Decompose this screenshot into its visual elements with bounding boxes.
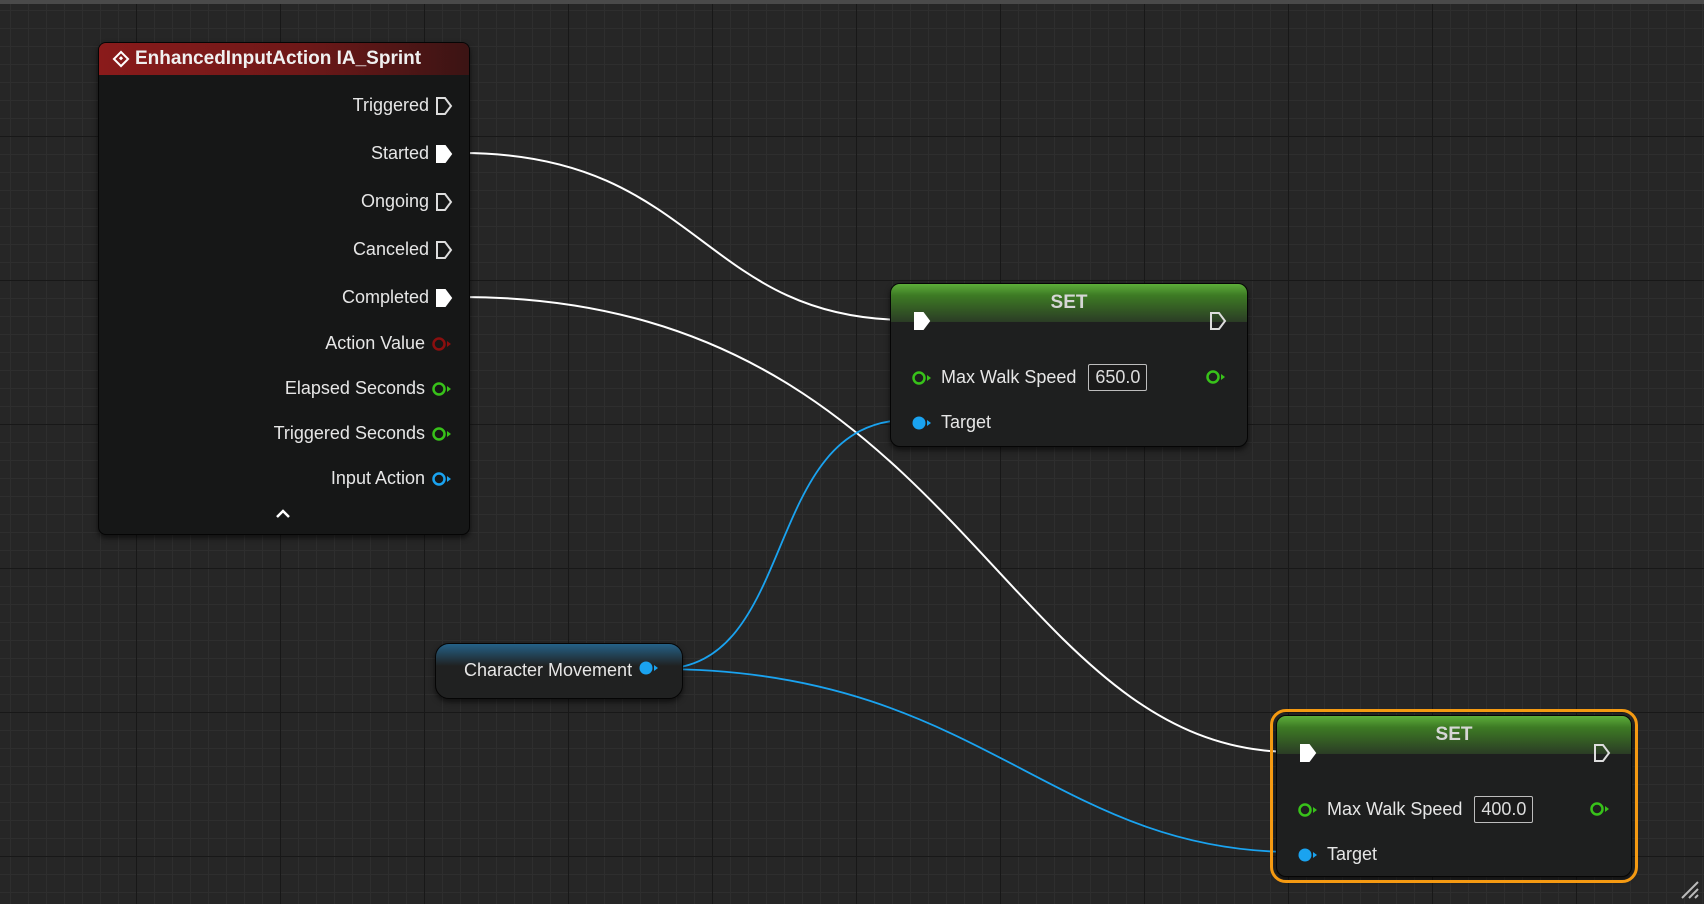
exec-pin-hollow-icon[interactable] xyxy=(435,240,453,260)
pin-label: Canceled xyxy=(352,239,429,259)
pin-ongoing[interactable]: Ongoing xyxy=(361,191,453,212)
target-row: Target xyxy=(1297,844,1377,865)
target-label: Target xyxy=(941,412,992,432)
exec-pin-hollow-icon[interactable] xyxy=(435,96,453,116)
collapse-chevron-up-icon[interactable] xyxy=(275,507,291,519)
event-node-header[interactable]: EnhancedInputAction IA_Sprint xyxy=(99,43,469,75)
exec-out-pin-hollow-icon[interactable] xyxy=(1209,311,1227,331)
object-out-pin-icon[interactable] xyxy=(638,660,660,676)
set-node-max-walk-speed-650[interactable]: SET Max Walk Speed 650.0 Target xyxy=(890,283,1248,447)
resize-grip-icon[interactable] xyxy=(1678,878,1700,900)
wire-charmove-to-set2-target xyxy=(659,668,1295,853)
pin-canceled[interactable]: Canceled xyxy=(353,239,453,260)
target-label: Target xyxy=(1327,844,1378,864)
exec-pin-filled-icon[interactable] xyxy=(435,144,453,164)
wire-started-to-set1 xyxy=(461,152,909,321)
event-diamond-icon xyxy=(112,50,130,68)
float-pin-icon[interactable] xyxy=(431,381,453,397)
pin-elapsed-seconds[interactable]: Elapsed Seconds xyxy=(285,378,453,399)
pin-label: Elapsed Seconds xyxy=(284,378,425,398)
object-pin-icon[interactable] xyxy=(431,471,453,487)
max-walk-speed-input[interactable]: 400.0 xyxy=(1474,796,1534,823)
pin-label: Completed xyxy=(341,287,429,307)
set-node-title: SET xyxy=(1277,716,1631,754)
event-node-title: EnhancedInputAction IA_Sprint xyxy=(135,48,422,69)
pin-completed[interactable]: Completed xyxy=(342,287,453,308)
float-pin-icon[interactable] xyxy=(911,370,933,386)
pin-label: Action Value xyxy=(325,333,425,353)
character-movement-variable-node[interactable]: Character Movement xyxy=(435,643,683,699)
exec-out-pin-hollow-icon[interactable] xyxy=(1593,743,1611,763)
struct-pin-icon[interactable] xyxy=(431,336,453,352)
set-node-max-walk-speed-400[interactable]: SET Max Walk Speed 400.0 Target xyxy=(1270,709,1638,883)
pin-input-action[interactable]: Input Action xyxy=(331,468,453,489)
pin-label: Input Action xyxy=(330,468,425,488)
pin-triggered[interactable]: Triggered xyxy=(353,95,453,116)
max-walk-speed-input[interactable]: 650.0 xyxy=(1088,364,1148,391)
max-walk-speed-row: Max Walk Speed 400.0 xyxy=(1297,796,1534,823)
exec-in-pin-filled-icon[interactable] xyxy=(913,311,931,331)
pin-label: Triggered Seconds xyxy=(273,423,425,443)
target-row: Target xyxy=(911,412,991,433)
object-target-pin-icon[interactable] xyxy=(911,415,933,431)
max-walk-speed-row: Max Walk Speed 650.0 xyxy=(911,364,1148,391)
pin-triggered-seconds[interactable]: Triggered Seconds xyxy=(274,423,453,444)
pin-label: Ongoing xyxy=(360,191,429,211)
float-out-pin-icon[interactable] xyxy=(1589,801,1611,817)
variable-node-label: Character Movement xyxy=(464,660,633,680)
float-pin-icon[interactable] xyxy=(431,426,453,442)
float-pin-icon[interactable] xyxy=(1297,802,1319,818)
pin-label: Started xyxy=(370,143,429,163)
object-target-pin-icon[interactable] xyxy=(1297,847,1319,863)
pin-label: Triggered xyxy=(352,95,429,115)
wire-charmove-to-set1-target xyxy=(659,419,909,670)
pin-started[interactable]: Started xyxy=(371,143,453,164)
float-out-pin-icon[interactable] xyxy=(1205,369,1227,385)
enhanced-input-action-node[interactable]: EnhancedInputAction IA_Sprint Triggered … xyxy=(98,42,470,535)
exec-in-pin-filled-icon[interactable] xyxy=(1299,743,1317,763)
exec-pin-hollow-icon[interactable] xyxy=(435,192,453,212)
exec-pin-filled-icon[interactable] xyxy=(435,288,453,308)
property-label: Max Walk Speed xyxy=(941,367,1077,387)
set-node-title: SET xyxy=(891,284,1247,322)
property-label: Max Walk Speed xyxy=(1327,799,1463,819)
pin-action-value[interactable]: Action Value xyxy=(325,333,453,354)
